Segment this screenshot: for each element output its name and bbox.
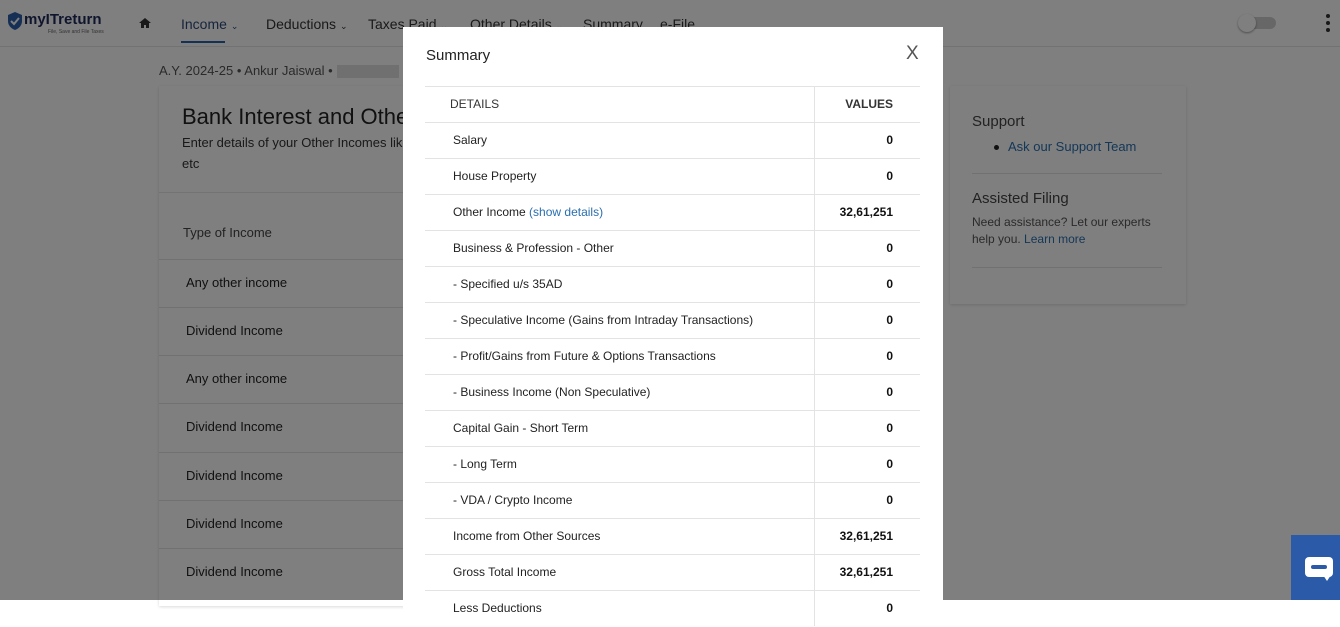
table-row: Income from Other Sources 32,61,251 bbox=[425, 518, 920, 554]
show-details-link[interactable]: (show details) bbox=[529, 205, 603, 219]
chat-widget-button[interactable] bbox=[1291, 535, 1340, 600]
table-row: - Specified u/s 35AD 0 bbox=[425, 266, 920, 302]
table-row: - Profit/Gains from Future & Options Tra… bbox=[425, 338, 920, 374]
table-row: Less Deductions 0 bbox=[425, 590, 920, 626]
table-row: Business & Profession - Other 0 bbox=[425, 230, 920, 266]
table-row: Other Income (show details) 32,61,251 bbox=[425, 194, 920, 230]
chat-icon bbox=[1305, 557, 1333, 581]
table-row: Gross Total Income 32,61,251 bbox=[425, 554, 920, 590]
table-row: - Speculative Income (Gains from Intrada… bbox=[425, 302, 920, 338]
table-row: - Business Income (Non Speculative) 0 bbox=[425, 374, 920, 410]
table-row: House Property 0 bbox=[425, 158, 920, 194]
modal-title: Summary bbox=[426, 47, 491, 64]
header-values: VALUES bbox=[845, 97, 893, 111]
summary-modal: Summary X DETAILS VALUES Salary 0 House Pr… bbox=[403, 27, 943, 627]
close-button[interactable]: X bbox=[906, 43, 919, 65]
table-header-row: DETAILS VALUES bbox=[425, 86, 920, 122]
table-row: - Long Term 0 bbox=[425, 446, 920, 482]
table-row: Salary 0 bbox=[425, 122, 920, 158]
summary-table: DETAILS VALUES Salary 0 House Property 0 Ot… bbox=[425, 86, 920, 626]
header-details: DETAILS bbox=[450, 97, 500, 111]
table-row: - VDA / Crypto Income 0 bbox=[425, 482, 920, 518]
table-row: Capital Gain - Short Term 0 bbox=[425, 410, 920, 446]
